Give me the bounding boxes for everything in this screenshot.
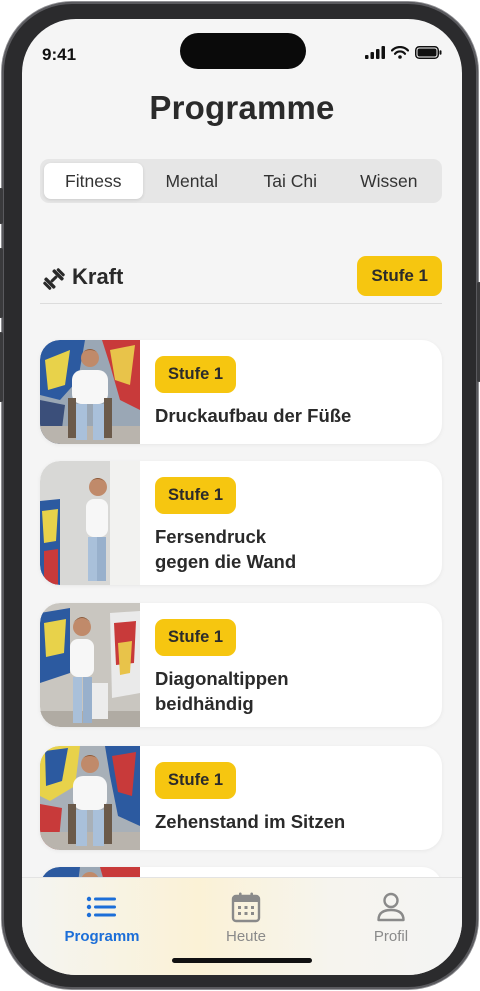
tab-heute[interactable]: Heute (191, 890, 301, 945)
tab-fitness[interactable]: Fitness (44, 163, 143, 199)
wifi-icon (391, 46, 409, 59)
tab-programm[interactable]: Programm (47, 890, 157, 945)
exercise-thumbnail (40, 461, 140, 585)
level-badge: Stufe 1 (155, 619, 237, 656)
action-button (0, 188, 3, 224)
tab-profil[interactable]: Profil (336, 890, 446, 945)
exercise-card[interactable]: Stufe 1 Zehenstand im Sitzen (40, 746, 442, 850)
level-filter-button[interactable]: Stufe 1 (357, 256, 442, 296)
signal-icon (365, 46, 385, 59)
volume-down-button (0, 332, 3, 402)
tab-wissen[interactable]: Wissen (340, 163, 439, 199)
tab-mental[interactable]: Mental (143, 163, 242, 199)
tab-tai-chi[interactable]: Tai Chi (241, 163, 340, 199)
calendar-icon (231, 892, 261, 923)
battery-icon (415, 46, 442, 59)
exercise-thumbnail (40, 746, 140, 850)
exercise-card[interactable]: Stufe 1 Diagonaltippen beidhändig (40, 603, 442, 727)
level-badge: Stufe 1 (155, 762, 237, 799)
dynamic-island (180, 33, 306, 69)
level-badge: Stufe 1 (155, 477, 237, 514)
section-header: Kraft Stufe 1 (40, 255, 442, 303)
category-tabs: Fitness Mental Tai Chi Wissen (40, 159, 442, 203)
exercise-title: Diagonaltippen beidhändig (155, 668, 289, 714)
card-body: Stufe 1 Druckaufbau der Füße (155, 356, 430, 428)
person-icon (377, 892, 405, 922)
tab-label: Programm (64, 928, 140, 945)
card-body: Stufe 1 Diagonaltippen beidhändig (155, 619, 430, 716)
home-indicator[interactable] (172, 958, 312, 963)
status-bar: 9:41 (22, 19, 462, 79)
divider (40, 303, 442, 304)
status-time: 9:41 (42, 45, 77, 64)
exercise-title: Fersendruck gegen die Wand (155, 526, 297, 572)
exercise-thumbnail (40, 340, 140, 444)
volume-up-button (0, 248, 3, 318)
card-body: Stufe 1 Fersendruck gegen die Wand (155, 477, 430, 574)
level-badge: Stufe 1 (155, 356, 237, 393)
phone-frame: 9:41 Programme Fitness Mental Tai Chi Wi… (0, 2, 480, 989)
card-body: Stufe 1 Zehenstand im Sitzen (155, 762, 430, 834)
page-title: Programme (149, 89, 335, 126)
dumbbell-icon (43, 268, 65, 290)
screen: 9:41 Programme Fitness Mental Tai Chi Wi… (22, 19, 462, 975)
tab-label: Profil (373, 928, 409, 945)
exercise-thumbnail (40, 603, 140, 727)
tab-label: Heute (225, 928, 267, 945)
status-icons (365, 46, 442, 59)
list-icon (86, 896, 116, 918)
exercise-title: Zehenstand im Sitzen (155, 811, 346, 832)
exercise-title: Druckaufbau der Füße (155, 405, 352, 426)
section-title: Kraft (72, 264, 124, 289)
tab-bar: Programm Heute Profil (22, 877, 462, 975)
exercise-card[interactable]: Stufe 1 Druckaufbau der Füße (40, 340, 442, 444)
exercise-card[interactable]: Stufe 1 Fersendruck gegen die Wand (40, 461, 442, 585)
